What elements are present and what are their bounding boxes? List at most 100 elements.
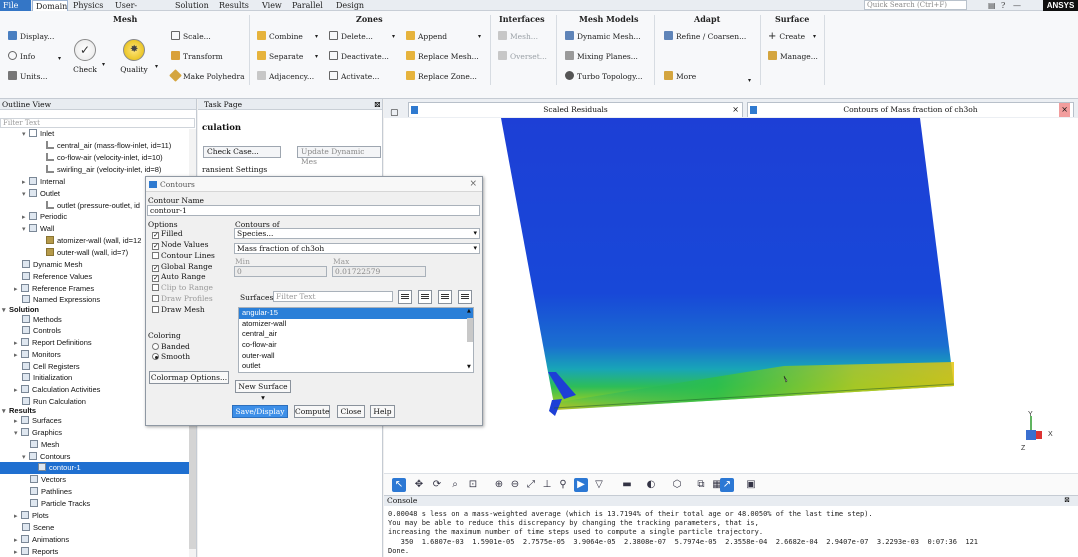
tab-scaled-residuals[interactable]: Scaled Residuals × [408, 102, 743, 117]
chevron-down-icon[interactable]: ▾ [813, 33, 816, 40]
chevron-down-icon[interactable]: ▾ [748, 77, 751, 84]
surface-list-item[interactable]: co-flow-air [239, 340, 473, 351]
refine-coarsen-button[interactable]: Refine / Coarsen... [664, 31, 746, 41]
option-clip-to-range-checkbox[interactable]: Clip to Range [152, 283, 213, 292]
coloring-smooth-radio[interactable]: Smooth [152, 352, 190, 361]
zoom-box-icon[interactable]: ⊡ [466, 478, 480, 492]
quick-search-input[interactable]: Quick Search (Ctrl+F) [864, 0, 967, 10]
tree-item-pathlines[interactable]: Pathlines [0, 486, 189, 498]
close-icon[interactable]: × [1059, 103, 1070, 117]
zoom-out-icon[interactable]: ⊖ [508, 478, 522, 492]
chevron-right-icon[interactable]: ▸ [14, 547, 21, 557]
pan-icon[interactable]: ✥ [412, 478, 426, 492]
tree-item-mesh[interactable]: Mesh [0, 439, 189, 451]
option-contour-lines-checkbox[interactable]: Contour Lines [152, 251, 215, 260]
probe-icon[interactable]: ⚲ [556, 478, 570, 492]
deselect-surfaces-icon[interactable] [418, 290, 432, 304]
option-global-range-checkbox[interactable]: ✓ Global Range [152, 262, 212, 272]
new-surface-button[interactable]: New Surface ▾ [235, 380, 291, 402]
adjacency-button[interactable]: Adjacency... [257, 71, 314, 81]
lighting-icon[interactable]: ◐ [644, 478, 658, 492]
menu-solution[interactable]: Solution [172, 0, 212, 11]
transform-button[interactable]: Transform [171, 51, 223, 61]
contour-name-input[interactable]: contour-1 [147, 205, 480, 216]
interface-mesh-button[interactable]: Mesh... [498, 31, 538, 41]
chart-icon[interactable]: ↗ [720, 478, 734, 492]
zoom-in-icon[interactable]: ⊕ [492, 478, 506, 492]
surface-list-item[interactable]: central_air [239, 329, 473, 340]
save-display-button[interactable]: Save/Display [232, 405, 288, 418]
group-surfaces-icon[interactable] [438, 290, 452, 304]
tree-item-vectors[interactable]: Vectors [0, 474, 189, 486]
surfaces-filter-input[interactable]: Filter Text [273, 291, 393, 302]
tree-item-central-air-mass-flow-inlet-id-11[interactable]: central_air (mass-flow-inlet, id=11) [0, 140, 189, 152]
menu-physics[interactable]: Physics [70, 0, 106, 11]
menu-view[interactable]: View [259, 0, 285, 11]
chevron-down-icon[interactable]: ▾ [478, 33, 481, 40]
select-tool-icon[interactable]: ↖ [392, 478, 406, 492]
create-surface-button[interactable]: + Create [768, 31, 805, 42]
close-button[interactable]: Close [337, 405, 365, 418]
fit-icon[interactable]: ⤢ [524, 478, 538, 492]
tree-item-plots[interactable]: ▸ Plots [0, 510, 189, 522]
tab-contours[interactable]: Contours of Mass fraction of ch3oh × [747, 102, 1074, 117]
info-button[interactable]: Info [8, 51, 35, 61]
chevron-down-icon[interactable]: ▾ [315, 33, 318, 40]
option-draw-mesh-checkbox[interactable]: Draw Mesh [152, 305, 205, 314]
help-icon[interactable]: ? [1001, 1, 1005, 10]
deactivate-zone-button[interactable]: Deactivate... [329, 51, 389, 61]
menu-design[interactable]: Design [333, 0, 367, 11]
tree-item-co-flow-air-velocity-inlet-id-10[interactable]: co-flow-air (velocity-inlet, id=10) [0, 152, 189, 164]
layout-icon[interactable]: ▤ [988, 1, 996, 10]
tree-item-animations[interactable]: ▸ Animations [0, 534, 189, 546]
chevron-down-icon[interactable]: ▾ [392, 33, 395, 40]
separate-button[interactable]: Separate [257, 51, 303, 61]
display-mesh-button[interactable]: Display... [8, 31, 54, 41]
view-cube-icon[interactable]: ⬡ [670, 478, 684, 492]
combine-button[interactable]: Combine [257, 31, 303, 41]
make-polyhedra-button[interactable]: Make Polyhedra [169, 69, 245, 82]
quality-button[interactable]: ✸ Quality [116, 39, 152, 74]
menu-parallel[interactable]: Parallel [289, 0, 329, 11]
replace-zone-button[interactable]: Replace Zone... [406, 71, 477, 81]
colormap-options-button[interactable]: Colormap Options... [149, 371, 229, 384]
menu-user-defined[interactable]: User-Defined [112, 0, 168, 21]
option-auto-range-checkbox[interactable]: ✓ Auto Range [152, 272, 206, 282]
dialog-titlebar[interactable]: Contours × [146, 177, 482, 192]
help-button[interactable]: Help [370, 405, 395, 418]
zoom-icon[interactable]: ⌕ [448, 478, 462, 492]
select-all-surfaces-icon[interactable] [398, 290, 412, 304]
graphics-viewport[interactable]: Y X Z [384, 118, 1078, 473]
close-icon[interactable]: ⊠ [1064, 496, 1070, 504]
menu-domain[interactable]: Domain [32, 0, 68, 11]
turbo-topology-button[interactable]: Turbo Topology... [565, 71, 642, 81]
graphics-window-icon[interactable]: ▢ [390, 108, 399, 118]
surfaces-scrollbar[interactable] [467, 318, 473, 342]
max-value-field[interactable]: 0.01722579 [332, 266, 426, 277]
scroll-down-icon[interactable]: ▼ [467, 364, 471, 370]
option-draw-profiles-checkbox[interactable]: Draw Profiles [152, 294, 213, 303]
check-button[interactable]: ✓ Check [70, 39, 100, 74]
units-button[interactable]: Units... [8, 71, 48, 81]
check-case-button[interactable]: Check Case... [203, 146, 281, 158]
option-node-values-checkbox[interactable]: ✓ Node Values [152, 240, 208, 250]
surface-list-item[interactable]: angular-15 [239, 308, 473, 319]
contours-of-field-select[interactable]: Mass fraction of ch3oh ▾ [234, 243, 480, 254]
chevron-down-icon[interactable]: ▾ [315, 53, 318, 60]
copy-icon[interactable]: ⧉ [694, 478, 708, 492]
append-button[interactable]: Append [406, 31, 447, 41]
chevron-down-icon[interactable]: ▾ [102, 61, 105, 68]
activate-zone-button[interactable]: Activate... [329, 71, 379, 81]
play-icon[interactable]: ▶ [574, 478, 588, 492]
tree-item-inlet[interactable]: ▾ Inlet [0, 128, 189, 140]
mixing-planes-button[interactable]: Mixing Planes... [565, 51, 638, 61]
tree-item-graphics[interactable]: ▾ Graphics [0, 427, 189, 439]
contours-of-category-select[interactable]: Species... ▾ [234, 228, 480, 239]
clip-icon[interactable]: ▬ [620, 478, 634, 492]
tree-item-contour-1[interactable]: contour-1 [0, 462, 189, 474]
axes-icon[interactable]: ⊥ [540, 478, 554, 492]
menu-results[interactable]: Results [216, 0, 256, 11]
dynamic-mesh-button[interactable]: Dynamic Mesh... [565, 31, 641, 41]
chevron-down-icon[interactable]: ▾ [58, 55, 61, 62]
scroll-up-icon[interactable]: ▲ [467, 308, 471, 314]
